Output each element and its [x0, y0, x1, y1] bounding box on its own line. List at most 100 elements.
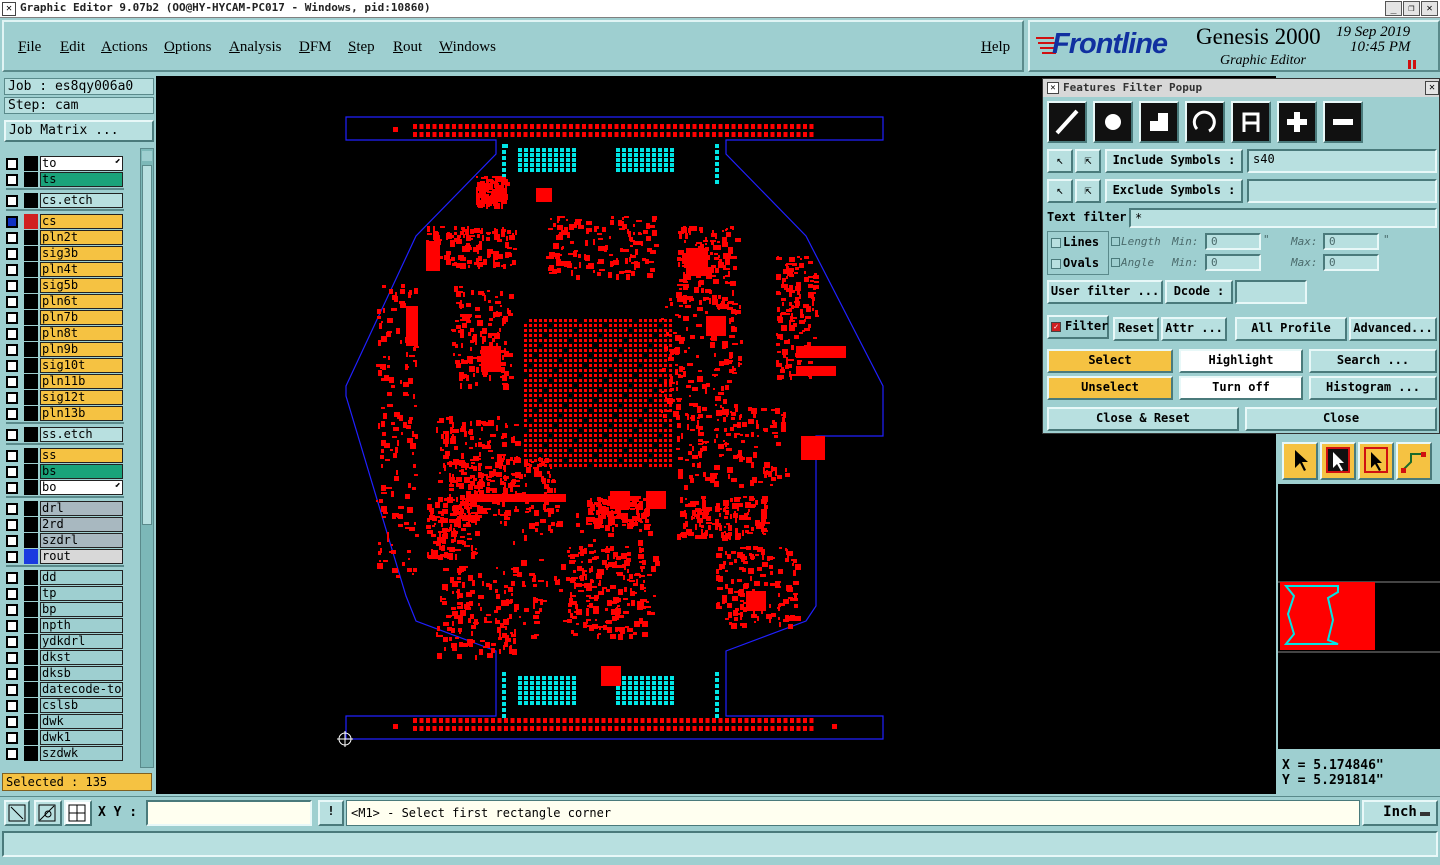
dcode-input[interactable] [1235, 280, 1307, 304]
layer-name[interactable]: bp [40, 602, 123, 617]
layer-checkbox[interactable] [6, 652, 18, 664]
layer-row-ts[interactable]: ts [6, 172, 124, 187]
layer-list-scrollbar[interactable] [140, 148, 154, 768]
layer-checkbox[interactable] [6, 604, 18, 616]
close-button[interactable]: Close [1245, 407, 1437, 431]
layer-row-bp[interactable]: bp [6, 602, 124, 617]
layer-name[interactable]: dksb [40, 666, 123, 681]
layer-checkbox[interactable] [6, 344, 18, 356]
ovals-checkbox[interactable] [1051, 259, 1061, 269]
xy-input[interactable] [146, 800, 312, 826]
layer-name[interactable]: sig3b [40, 246, 123, 261]
layer-name[interactable]: dd [40, 570, 123, 585]
layer-row-bs[interactable]: bs [6, 464, 124, 479]
layer-name[interactable]: ss [40, 448, 123, 463]
attr-button[interactable]: Attr ... [1161, 317, 1227, 341]
layer-row-pln9b[interactable]: pln9b [6, 342, 124, 357]
include-pick-arrow-icon[interactable]: ↖ [1047, 149, 1073, 173]
layer-row-szdrl[interactable]: szdrl [6, 533, 124, 548]
pointer-tool-icon[interactable] [1282, 442, 1318, 480]
layer-row-dwk[interactable]: dwk [6, 714, 124, 729]
unit-dropdown[interactable]: Inch [1362, 800, 1438, 826]
select-box-tool-icon[interactable] [1358, 442, 1394, 480]
layer-name[interactable]: datecode-to [40, 682, 123, 697]
layer-row-cslsb[interactable]: cslsb [6, 698, 124, 713]
layer-checkbox[interactable] [6, 408, 18, 420]
layer-checkbox[interactable] [6, 700, 18, 712]
highlight-button[interactable]: Highlight [1179, 349, 1303, 373]
pad-feature-icon[interactable] [1093, 101, 1133, 143]
layer-name[interactable]: ts [40, 172, 123, 187]
layer-name[interactable]: szdrl [40, 533, 123, 548]
select-button[interactable]: Select [1047, 349, 1173, 373]
layer-name[interactable]: szdwk [40, 746, 123, 761]
layer-row-rout[interactable]: rout [6, 549, 124, 564]
layer-row-tp[interactable]: tp [6, 586, 124, 601]
layer-name[interactable]: tp [40, 586, 123, 601]
layer-name[interactable]: dkst [40, 650, 123, 665]
info-icon[interactable]: ! [318, 800, 344, 826]
layer-row-pln11b[interactable]: pln11b [6, 374, 124, 389]
surface-feature-icon[interactable] [1139, 101, 1179, 143]
search-button[interactable]: Search ... [1309, 349, 1437, 373]
angle-max-input[interactable]: 0 [1323, 254, 1379, 271]
menu-help[interactable]: Help [981, 39, 1010, 56]
layer-row-pln7b[interactable]: pln7b [6, 310, 124, 325]
advanced-button[interactable]: Advanced... [1349, 317, 1437, 341]
layer-checkbox[interactable] [6, 174, 18, 186]
layer-name[interactable]: pln8t [40, 326, 123, 341]
layer-name[interactable]: rout [40, 549, 123, 564]
close-window-button[interactable]: ✕ [1421, 1, 1438, 16]
grid-icon[interactable] [64, 800, 92, 826]
menu-step[interactable]: Step [348, 39, 375, 56]
layer-checkbox[interactable] [6, 535, 18, 547]
layer-checkbox[interactable] [6, 684, 18, 696]
layer-name[interactable]: sig10t [40, 358, 123, 373]
layer-row-dwk1[interactable]: dwk1 [6, 730, 124, 745]
exclude-symbols-input[interactable] [1247, 179, 1437, 203]
layer-name[interactable]: pln6t [40, 294, 123, 309]
length-min-input[interactable]: 0 [1205, 233, 1261, 250]
minimize-button[interactable]: _ [1385, 1, 1402, 16]
layer-row-cs[interactable]: cs [6, 214, 124, 229]
job-matrix-button[interactable]: Job Matrix ... [4, 120, 154, 142]
length-checkbox[interactable] [1111, 237, 1120, 246]
all-profile-dropdown[interactable]: All Profile [1235, 317, 1347, 341]
arc-feature-icon[interactable] [1185, 101, 1225, 143]
layer-checkbox[interactable] [6, 519, 18, 531]
layer-checkbox[interactable] [6, 376, 18, 388]
filter-toggle[interactable]: ✓ Filter [1047, 315, 1109, 339]
layer-name[interactable]: ss.etch [40, 427, 123, 442]
include-symbols-input[interactable]: s40 [1247, 149, 1437, 173]
layer-checkbox[interactable] [6, 158, 18, 170]
layer-checkbox[interactable] [6, 748, 18, 760]
layer-checkbox[interactable] [6, 716, 18, 728]
layer-row-sig10t[interactable]: sig10t [6, 358, 124, 373]
layer-checkbox[interactable] [6, 248, 18, 260]
layer-name[interactable]: cs.etch [40, 193, 123, 208]
exclude-pick-arrow-icon[interactable]: ↖ [1047, 179, 1073, 203]
line-feature-icon[interactable] [1047, 101, 1087, 143]
layer-checkbox[interactable] [6, 392, 18, 404]
layer-row-pln8t[interactable]: pln8t [6, 326, 124, 341]
menu-actions[interactable]: Actions [101, 39, 148, 56]
layer-row-datecode-to[interactable]: datecode-to [6, 682, 124, 697]
layer-row-ydkdrl[interactable]: ydkdrl [6, 634, 124, 649]
layer-row-sig5b[interactable]: sig5b [6, 278, 124, 293]
menu-rout[interactable]: Rout [393, 39, 422, 56]
layer-name[interactable]: dwk [40, 714, 123, 729]
layer-checkbox[interactable] [6, 620, 18, 632]
layer-name[interactable]: to [40, 156, 123, 171]
angle-min-input[interactable]: 0 [1205, 254, 1261, 271]
select-tool-icon[interactable] [1320, 442, 1356, 480]
close-reset-button[interactable]: Close & Reset [1047, 407, 1239, 431]
layer-name[interactable]: ydkdrl [40, 634, 123, 649]
layer-checkbox[interactable] [6, 668, 18, 680]
layer-name[interactable]: pln13b [40, 406, 123, 421]
layer-row-2rd[interactable]: 2rd [6, 517, 124, 532]
layer-name[interactable]: cs [40, 214, 123, 229]
reset-button[interactable]: Reset [1113, 317, 1159, 341]
layer-row-szdwk[interactable]: szdwk [6, 746, 124, 761]
text-filter-input[interactable]: * [1129, 208, 1437, 228]
layer-checkbox[interactable] [6, 503, 18, 515]
